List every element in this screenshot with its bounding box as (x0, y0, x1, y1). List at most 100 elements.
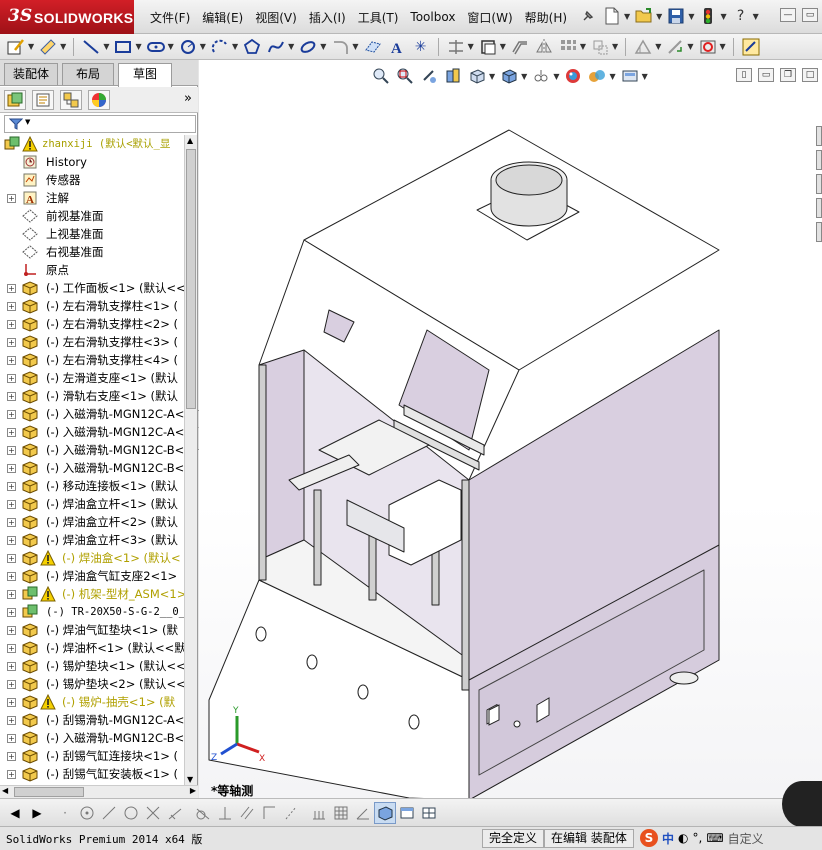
chevron-down-icon[interactable]: ▼ (468, 42, 474, 51)
expand-icon[interactable]: + (7, 518, 16, 527)
trim-entities-icon[interactable] (446, 37, 466, 57)
arc-icon[interactable] (210, 37, 230, 57)
tree-item[interactable]: + (-) 左右滑轨支撑柱<4> ( (0, 351, 184, 369)
parallel-snap-icon[interactable] (236, 802, 258, 824)
chevron-down-icon[interactable]: ▼ (655, 42, 661, 51)
tree-item[interactable]: + (-) 焊油盒立杆<2> (默认 (0, 513, 184, 531)
center-snap-icon[interactable] (76, 802, 98, 824)
scroll-down-icon[interactable]: ▼ (187, 775, 193, 784)
chevron-down-icon[interactable]: ▼ (656, 12, 662, 21)
offset-entities-icon[interactable] (510, 37, 530, 57)
repair-sketch-icon[interactable] (665, 37, 685, 57)
graphics-area[interactable]: ▼ ▼ ▼ ▼ ▼ ▯ ▭ ❐ □ Y X Z *等轴测 (199, 60, 822, 798)
polygon-icon[interactable] (242, 37, 262, 57)
mirror-entities-icon[interactable] (534, 37, 554, 57)
ime-language-toggle[interactable]: 中 (662, 830, 674, 847)
expand-icon[interactable]: + (7, 284, 16, 293)
expand-chevron-icon[interactable]: » (184, 91, 192, 106)
restore-icon[interactable]: ▭ (802, 8, 818, 22)
perpendicular-snap-icon[interactable] (214, 802, 236, 824)
menu-window[interactable]: 窗口(W) (461, 9, 518, 26)
expand-icon[interactable]: + (7, 428, 16, 437)
quadrant-snap-icon[interactable] (120, 802, 142, 824)
scrollbar-thumb[interactable] (186, 149, 196, 409)
scroll-left-icon[interactable]: ◀ (2, 786, 8, 795)
chevron-down-icon[interactable]: ▼ (500, 42, 506, 51)
view-quad-icon[interactable] (418, 802, 440, 824)
menu-edit[interactable]: 编辑(E) (196, 9, 249, 26)
slot-icon[interactable] (146, 37, 166, 57)
tangent-snap-icon[interactable] (98, 802, 120, 824)
expand-icon[interactable]: + (7, 446, 16, 455)
grid-snap-icon[interactable] (308, 802, 330, 824)
move-entities-icon[interactable] (590, 37, 610, 57)
tree-item[interactable]: 上视基准面 (0, 225, 184, 243)
property-manager-icon[interactable] (32, 90, 54, 110)
expand-icon[interactable]: + (7, 716, 16, 725)
expand-icon[interactable]: + (7, 590, 16, 599)
expand-icon[interactable]: + (7, 320, 16, 329)
chevron-down-icon[interactable]: ▼ (288, 42, 294, 51)
expand-icon[interactable]: + (7, 644, 16, 653)
open-folder-icon[interactable] (634, 6, 654, 26)
nearest-snap-icon[interactable] (164, 802, 186, 824)
pin-icon[interactable] (578, 6, 598, 26)
expand-icon[interactable]: + (7, 194, 16, 203)
intersection-snap-icon[interactable] (142, 802, 164, 824)
menu-insert[interactable]: 插入(I) (303, 9, 352, 26)
tab-layout[interactable]: 布局 (62, 63, 114, 85)
chevron-down-icon[interactable]: ▼ (612, 42, 618, 51)
grid-icon[interactable] (330, 802, 352, 824)
chevron-down-icon[interactable]: ▼ (103, 42, 109, 51)
display-style-icon[interactable] (374, 801, 396, 824)
expand-icon[interactable]: + (7, 536, 16, 545)
tree-item[interactable]: + (-) 左右滑轨支撑柱<3> ( (0, 333, 184, 351)
menu-file[interactable]: 文件(F) (144, 9, 196, 26)
configuration-manager-icon[interactable] (60, 90, 82, 110)
expand-icon[interactable]: + (7, 374, 16, 383)
chevron-down-icon[interactable]: ▼ (352, 42, 358, 51)
tree-item[interactable]: + (-) 焊油气缸垫块<1> (默 (0, 621, 184, 639)
save-icon[interactable] (666, 6, 686, 26)
chevron-down-icon[interactable]: ▼ (580, 42, 586, 51)
chevron-down-icon[interactable]: ▼ (320, 42, 326, 51)
chevron-down-icon[interactable]: ▼ (720, 12, 726, 21)
point-icon[interactable]: ✳ (411, 37, 431, 57)
tab-assembly[interactable]: 装配体 (4, 63, 58, 85)
smart-dimension-icon[interactable] (38, 37, 58, 57)
expand-icon[interactable]: + (7, 302, 16, 311)
tree-filter-input[interactable]: ▼ (4, 115, 196, 133)
expand-icon[interactable]: + (7, 680, 16, 689)
expand-icon[interactable]: + (7, 734, 16, 743)
scroll-up-icon[interactable]: ▲ (187, 136, 193, 145)
tree-item[interactable]: + (-) 锡炉垫块<2> (默认<< (0, 675, 184, 693)
fillet-icon[interactable] (330, 37, 350, 57)
tree-item[interactable]: 前视基准面 (0, 207, 184, 225)
expand-icon[interactable]: + (7, 662, 16, 671)
menu-tools[interactable]: 工具(T) (352, 9, 405, 26)
tree-item[interactable]: 传感器 (0, 171, 184, 189)
help-icon[interactable]: ? (731, 6, 751, 26)
task-pane-tab[interactable] (816, 222, 822, 242)
menu-view[interactable]: 视图(V) (249, 9, 303, 26)
task-pane-tab[interactable] (816, 174, 822, 194)
tree-item[interactable]: + (-) 入磁滑轨-MGN12C-B<1 (0, 441, 184, 459)
ellipse-icon[interactable] (298, 37, 318, 57)
chevron-down-icon[interactable]: ▼ (60, 42, 66, 51)
task-pane-tab[interactable] (816, 150, 822, 170)
tree-item[interactable]: + (-) TR-20X50-S-G-2__0__ (0, 603, 184, 621)
task-pane-tab[interactable] (816, 126, 822, 146)
chevron-down-icon[interactable]: ▼ (28, 42, 34, 51)
tree-item[interactable]: + (-) 刮锡气缸安装板<1> ( (0, 765, 184, 783)
expand-icon[interactable]: + (7, 752, 16, 761)
expand-icon[interactable]: + (7, 410, 16, 419)
solidworks-logo[interactable]: 3S SOLIDWORKS (0, 0, 134, 34)
assembly-model[interactable] (199, 60, 822, 798)
view-split-icon[interactable] (396, 802, 418, 824)
expand-icon[interactable]: + (7, 698, 16, 707)
tree-vertical-scrollbar[interactable]: ▲ ▼ (184, 135, 197, 785)
convert-entities-icon[interactable] (478, 37, 498, 57)
tree-item[interactable]: + (-) 刮锡气缸连接块<1> ( (0, 747, 184, 765)
new-document-icon[interactable] (602, 6, 622, 26)
chevron-down-icon[interactable]: ▼ (720, 42, 726, 51)
